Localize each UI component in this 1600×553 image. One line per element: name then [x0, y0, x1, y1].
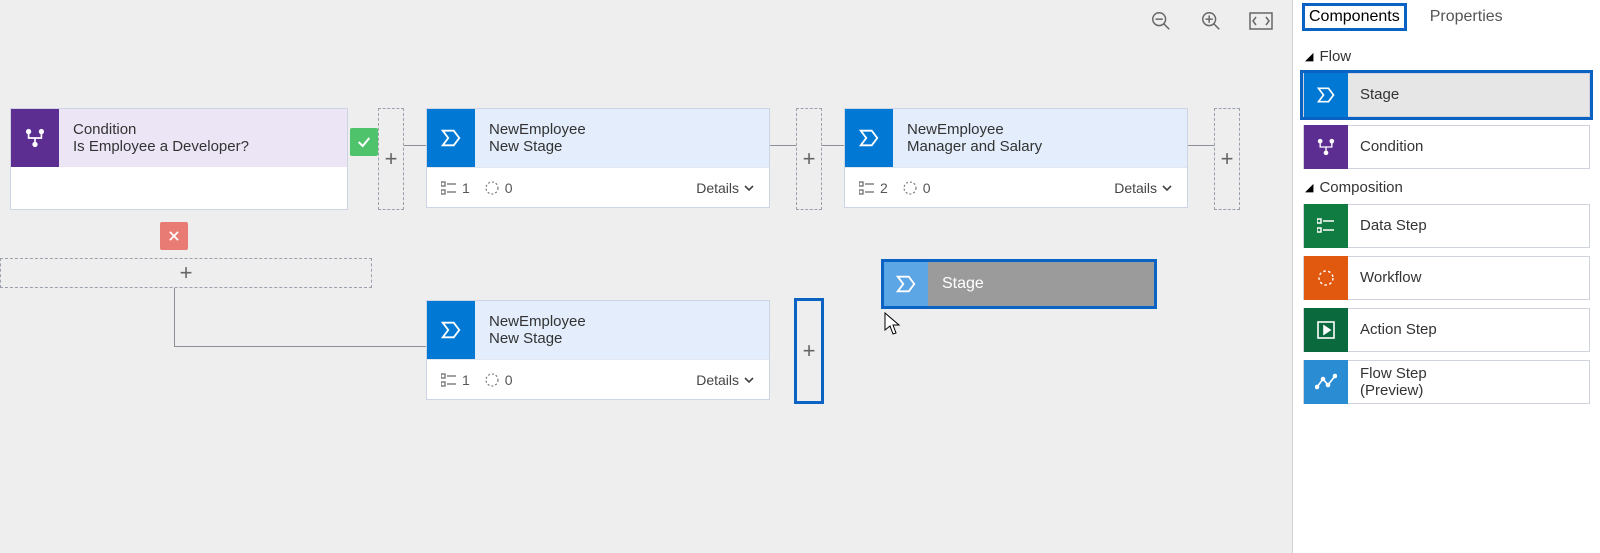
connector: [174, 288, 175, 346]
component-data-step[interactable]: Data Step: [1303, 204, 1590, 248]
stage-title: NewEmployee: [489, 313, 755, 330]
workflow-count: 0: [484, 372, 513, 388]
workflow-count: 0: [902, 180, 931, 196]
stage-title: NewEmployee: [489, 121, 755, 138]
drop-slot[interactable]: +: [1214, 108, 1240, 210]
stage-subtitle: New Stage: [489, 330, 755, 347]
details-toggle[interactable]: Details: [696, 372, 755, 388]
plus-icon: +: [803, 338, 816, 364]
bpf-canvas[interactable]: Condition Is Employee a Developer? + New…: [0, 0, 1292, 553]
panel-tabs: Components Properties: [1303, 4, 1590, 38]
stage-subtitle: New Stage: [489, 138, 755, 155]
stage-icon: [1304, 73, 1348, 117]
component-workflow[interactable]: Workflow: [1303, 256, 1590, 300]
component-label: Data Step: [1348, 217, 1427, 234]
canvas-toolbar: [1148, 8, 1274, 34]
collapse-icon: ◢: [1305, 50, 1313, 63]
data-step-icon: [1304, 204, 1348, 248]
component-label: Flow Step (Preview): [1348, 365, 1427, 400]
component-label: Action Step: [1348, 321, 1437, 338]
stage-icon: [427, 301, 475, 359]
details-toggle[interactable]: Details: [1114, 180, 1173, 196]
component-label: Condition: [1348, 138, 1423, 155]
condition-icon: [1304, 125, 1348, 169]
workflow-count: 0: [484, 180, 513, 196]
connector: [822, 145, 844, 146]
steps-count: 1: [441, 372, 470, 388]
drag-ghost-label: Stage: [928, 275, 984, 293]
condition-true-icon: [350, 128, 378, 156]
component-condition[interactable]: Condition: [1303, 125, 1590, 169]
stage-card[interactable]: NewEmployee New Stage 1 0 Details: [426, 300, 770, 400]
condition-icon: [11, 109, 59, 167]
action-step-icon: [1304, 308, 1348, 352]
connector: [174, 346, 426, 347]
steps-count: 1: [441, 180, 470, 196]
plus-icon: +: [803, 146, 816, 172]
component-label: Stage: [1348, 86, 1399, 103]
connector: [770, 145, 796, 146]
stage-card[interactable]: NewEmployee New Stage 1 0 Details: [426, 108, 770, 208]
connector: [404, 145, 426, 146]
drop-slot[interactable]: +: [378, 108, 404, 210]
condition-title: Condition: [73, 121, 333, 138]
stage-icon: [427, 109, 475, 167]
drop-slot[interactable]: +: [796, 108, 822, 210]
plus-icon: +: [1221, 146, 1234, 172]
steps-count: 2: [859, 180, 888, 196]
stage-icon: [845, 109, 893, 167]
component-flow-step[interactable]: Flow Step (Preview): [1303, 360, 1590, 404]
component-stage[interactable]: Stage: [1303, 73, 1590, 117]
fit-screen-icon[interactable]: [1248, 8, 1274, 34]
stage-subtitle: Manager and Salary: [907, 138, 1173, 155]
condition-subtitle: Is Employee a Developer?: [73, 138, 333, 155]
cursor-icon: [884, 312, 902, 341]
drop-slot-wide[interactable]: +: [0, 258, 372, 288]
component-label: Workflow: [1348, 269, 1421, 286]
components-panel: Components Properties ◢ Flow Stage Condi…: [1292, 0, 1600, 553]
drag-ghost-stage: Stage: [884, 262, 1154, 306]
plus-icon: +: [180, 260, 193, 286]
plus-icon: +: [385, 146, 398, 172]
stage-title: NewEmployee: [907, 121, 1173, 138]
tab-properties[interactable]: Properties: [1426, 6, 1507, 28]
zoom-out-icon[interactable]: [1148, 8, 1174, 34]
connector: [1188, 145, 1214, 146]
section-composition[interactable]: ◢ Composition: [1305, 179, 1590, 196]
drop-slot-active[interactable]: +: [796, 300, 822, 402]
stage-card[interactable]: NewEmployee Manager and Salary 2 0 Detai…: [844, 108, 1188, 208]
collapse-icon: ◢: [1305, 181, 1313, 194]
details-toggle[interactable]: Details: [696, 180, 755, 196]
flow-step-icon: [1304, 360, 1348, 404]
zoom-in-icon[interactable]: [1198, 8, 1224, 34]
tab-components[interactable]: Components: [1305, 6, 1404, 28]
section-flow[interactable]: ◢ Flow: [1305, 48, 1590, 65]
component-action-step[interactable]: Action Step: [1303, 308, 1590, 352]
workflow-icon: [1304, 256, 1348, 300]
condition-card[interactable]: Condition Is Employee a Developer?: [10, 108, 348, 210]
condition-false-icon: [160, 222, 188, 250]
stage-icon: [884, 262, 928, 306]
